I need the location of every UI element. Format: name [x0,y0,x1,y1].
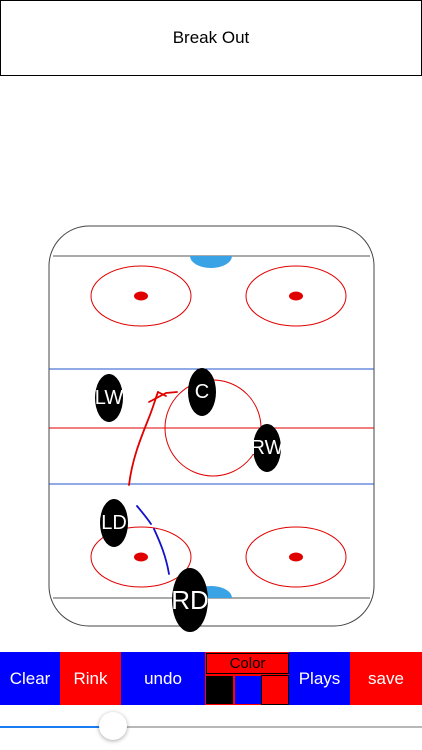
color-picker-label: Color [206,653,289,674]
player-c-label: C [194,380,210,403]
player-ld-label: LD [101,511,127,534]
rink-boards [48,225,375,627]
clear-button-label: Clear [9,668,51,688]
swatch-black[interactable] [206,676,233,704]
slider-track-fill [0,726,113,728]
player-lw-label: LW [94,386,124,409]
stroke-width-slider[interactable] [0,710,422,746]
player-rw-label: RW [250,436,284,459]
toolbar: Clear Rink undo Color Plays save [0,652,422,705]
rink-button[interactable]: Rink [60,652,121,705]
swatch-blue[interactable] [235,676,261,704]
plays-button-label: Plays [298,668,341,688]
color-picker: Color [205,652,289,705]
color-picker-label-text: Color [229,655,266,672]
faceoff-dot-bottom-left [134,552,148,562]
undo-button-label: undo [144,668,182,688]
faceoff-dot-top-right [289,291,303,301]
player-rw[interactable]: RW [250,424,284,472]
slider-thumb[interactable] [98,712,127,740]
player-c[interactable]: C [188,368,216,416]
plays-button[interactable]: Plays [289,652,350,705]
player-rd[interactable]: RD [171,568,209,632]
undo-button[interactable]: undo [121,652,205,705]
save-button[interactable]: save [350,652,422,705]
swatch-red[interactable] [261,675,289,705]
clear-button[interactable]: Clear [0,652,60,705]
save-button-label: save [368,668,404,688]
player-lw[interactable]: LW [95,374,123,422]
rink-button-label: Rink [73,668,108,688]
player-ld[interactable]: LD [100,499,128,547]
player-rd-label: RD [171,584,209,615]
faceoff-dot-top-left [134,291,148,301]
faceoff-dot-bottom-right [289,552,303,562]
